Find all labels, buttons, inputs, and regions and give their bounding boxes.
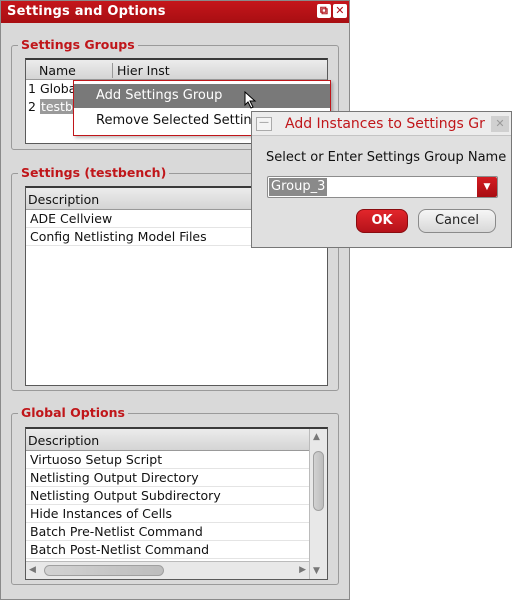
horizontal-scrollbar[interactable]: ◀ ▶ bbox=[26, 561, 309, 579]
list-item[interactable]: Hide Instances of Cells bbox=[26, 505, 309, 523]
dropdown-arrow-icon[interactable]: ▼ bbox=[477, 177, 497, 197]
horizontal-scroll-thumb[interactable] bbox=[44, 565, 164, 576]
col-hier-inst[interactable]: Hier Inst bbox=[112, 63, 170, 78]
group-name-label: Select or Enter Settings Group Name bbox=[266, 150, 507, 165]
ok-button[interactable]: OK bbox=[356, 209, 408, 233]
dialog-titlebar: — Add Instances to Settings Gr ✕ bbox=[252, 112, 511, 136]
group-name-combobox[interactable]: Group_3 ▼ bbox=[267, 176, 498, 198]
col-description[interactable]: Description bbox=[28, 192, 99, 207]
global-options-title: Global Options bbox=[18, 405, 128, 420]
list-item[interactable]: Batch Pre-Netlist Command bbox=[26, 523, 309, 541]
add-instances-dialog: — Add Instances to Settings Gr ✕ Select … bbox=[251, 111, 512, 248]
dialog-close-icon[interactable]: ✕ bbox=[491, 116, 509, 132]
global-options-group: Global Options Description Virtuoso Setu… bbox=[11, 405, 339, 585]
list-item[interactable]: Batch Post-Netlist Command bbox=[26, 541, 309, 559]
dialog-title: Add Instances to Settings Gr bbox=[285, 116, 485, 132]
settings-groups-header: Name Hier Inst bbox=[26, 60, 327, 80]
col-description[interactable]: Description bbox=[28, 433, 99, 448]
vertical-scroll-thumb[interactable] bbox=[313, 451, 324, 511]
list-item[interactable]: Netlisting Output Directory bbox=[26, 469, 309, 487]
row-name: testb bbox=[39, 99, 74, 114]
mouse-cursor-icon bbox=[244, 91, 257, 109]
minimize-icon[interactable]: — bbox=[256, 117, 272, 131]
row-index: 1 bbox=[28, 81, 36, 96]
cancel-button[interactable]: Cancel bbox=[418, 209, 496, 233]
window-title: Settings and Options bbox=[7, 4, 166, 19]
row-name: Globa bbox=[39, 81, 77, 96]
settings-groups-title: Settings Groups bbox=[18, 37, 138, 52]
list-item[interactable]: Virtuoso Setup Script bbox=[26, 451, 309, 469]
vertical-scrollbar[interactable]: ▲ ▼ bbox=[309, 429, 327, 579]
scroll-down-icon[interactable]: ▼ bbox=[313, 566, 320, 576]
window-titlebar: Settings and Options ⧉ ✕ bbox=[1, 1, 349, 23]
scroll-up-icon[interactable]: ▲ bbox=[313, 432, 320, 442]
group-name-value[interactable]: Group_3 bbox=[269, 178, 328, 196]
global-options-header: Description bbox=[26, 429, 309, 451]
global-options-table[interactable]: Description Virtuoso Setup Script Netlis… bbox=[25, 427, 328, 580]
restore-icon[interactable]: ⧉ bbox=[317, 4, 331, 18]
row-index: 2 bbox=[28, 99, 36, 114]
close-icon[interactable]: ✕ bbox=[333, 4, 347, 18]
settings-testbench-title: Settings (testbench) bbox=[18, 165, 170, 180]
scroll-left-icon[interactable]: ◀ bbox=[29, 565, 36, 575]
list-item[interactable]: Netlisting Output Subdirectory bbox=[26, 487, 309, 505]
scroll-right-icon[interactable]: ▶ bbox=[299, 565, 306, 575]
menu-item-add-settings-group[interactable]: Add Settings Group bbox=[74, 84, 330, 108]
col-name[interactable]: Name bbox=[39, 63, 76, 78]
